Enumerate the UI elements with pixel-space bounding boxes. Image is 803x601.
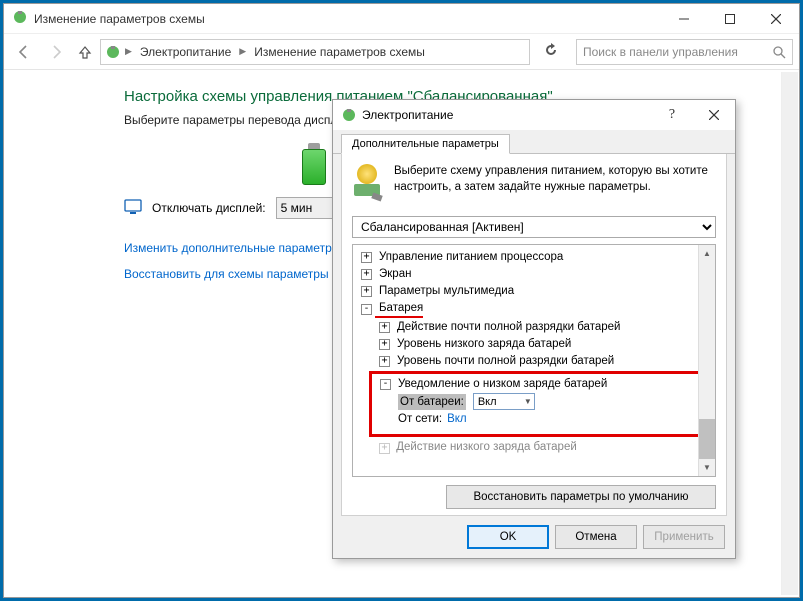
app-icon xyxy=(12,9,28,28)
ok-button[interactable]: OK xyxy=(467,525,549,549)
expand-icon[interactable]: + xyxy=(379,322,390,333)
turn-off-display-label: Отключать дисплей: xyxy=(152,201,266,215)
dialog-body: Выберите схему управления питанием, кото… xyxy=(341,154,727,516)
nav-bar: ▶ Электропитание ▶ Изменение параметров … xyxy=(4,34,799,70)
expand-icon[interactable]: + xyxy=(361,269,372,280)
search-box[interactable]: Поиск в панели управления xyxy=(576,39,793,65)
search-placeholder: Поиск в панели управления xyxy=(583,45,738,59)
tree-node-multimedia[interactable]: +Параметры мультимедиа xyxy=(355,283,713,300)
scroll-up-button[interactable]: ▲ xyxy=(699,245,715,262)
power-plan-select[interactable]: Сбалансированная [Активен] xyxy=(352,216,716,238)
back-button[interactable] xyxy=(10,38,38,66)
on-battery-label: От батареи: xyxy=(398,394,466,410)
refresh-button[interactable] xyxy=(538,43,564,60)
dialog-tabs: Дополнительные параметры xyxy=(333,130,735,154)
cancel-button[interactable]: Отмена xyxy=(555,525,637,549)
tree-scrollbar[interactable]: ▲ ▼ xyxy=(698,245,715,476)
power-icon xyxy=(341,107,357,123)
breadcrumb-item[interactable]: Электропитание xyxy=(136,43,235,61)
address-bar[interactable]: ▶ Электропитание ▶ Изменение параметров … xyxy=(100,39,530,65)
on-ac-label: От сети: xyxy=(398,411,442,427)
power-options-dialog: Электропитание ? Дополнительные параметр… xyxy=(332,99,736,559)
expand-icon[interactable]: + xyxy=(379,356,390,367)
tree-leaf-on-ac[interactable]: От сети: Вкл xyxy=(392,411,702,428)
dialog-buttons: OK Отмена Применить xyxy=(333,516,735,558)
scrollbar[interactable] xyxy=(781,72,798,595)
lamp-icon xyxy=(352,164,386,204)
window-title: Изменение параметров схемы xyxy=(34,12,205,26)
tab-advanced[interactable]: Дополнительные параметры xyxy=(341,134,510,154)
chevron-right-icon: ▶ xyxy=(239,46,246,57)
tree-node-notify[interactable]: -Уведомление о низком заряде батарей xyxy=(374,376,702,393)
expand-icon[interactable]: + xyxy=(379,339,390,350)
on-ac-value[interactable]: Вкл xyxy=(447,411,467,427)
dialog-title: Электропитание xyxy=(362,108,453,122)
collapse-icon[interactable]: - xyxy=(361,304,372,315)
tree-leaf-on-battery[interactable]: От батареи: Вкл▼ xyxy=(392,393,702,411)
tree-node-action-critical[interactable]: +Действие почти полной разрядки батарей xyxy=(373,319,713,336)
monitor-icon xyxy=(124,199,142,218)
settings-tree: +Управление питанием процессора +Экран +… xyxy=(352,244,716,477)
power-icon xyxy=(105,44,121,60)
expand-icon[interactable]: + xyxy=(361,286,372,297)
tree-node-low-action-partial[interactable]: + Действие низкого заряда батарей xyxy=(373,438,713,455)
up-button[interactable] xyxy=(74,38,96,66)
apply-button[interactable]: Применить xyxy=(643,525,725,549)
expand-icon[interactable]: + xyxy=(361,252,372,263)
chevron-right-icon: ▶ xyxy=(125,46,132,57)
highlighted-setting: -Уведомление о низком заряде батарей От … xyxy=(369,371,707,437)
tree-node-battery[interactable]: -Батарея xyxy=(355,300,713,319)
tree-node-cpu[interactable]: +Управление питанием процессора xyxy=(355,249,713,266)
close-button[interactable] xyxy=(753,4,799,34)
minimize-button[interactable] xyxy=(661,4,707,34)
tree-node-low-level[interactable]: +Уровень низкого заряда батарей xyxy=(373,336,713,353)
tree-node-screen[interactable]: +Экран xyxy=(355,266,713,283)
breadcrumb-item[interactable]: Изменение параметров схемы xyxy=(250,43,429,61)
help-button[interactable]: ? xyxy=(651,100,693,130)
maximize-button[interactable] xyxy=(707,4,753,34)
chevron-down-icon: ▼ xyxy=(524,394,532,410)
expand-icon[interactable]: + xyxy=(379,443,390,454)
restore-defaults-button[interactable]: Восстановить параметры по умолчанию xyxy=(446,485,716,509)
collapse-icon[interactable]: - xyxy=(380,379,391,390)
dialog-title-bar: Электропитание ? xyxy=(333,100,735,130)
forward-button[interactable] xyxy=(42,38,70,66)
tree-node-critical-level[interactable]: +Уровень почти полной разрядки батарей xyxy=(373,353,713,370)
scroll-down-button[interactable]: ▼ xyxy=(699,459,715,476)
title-bar: Изменение параметров схемы xyxy=(4,4,799,34)
scroll-thumb[interactable] xyxy=(699,419,715,459)
on-battery-combo[interactable]: Вкл▼ xyxy=(473,393,535,410)
dialog-close-button[interactable] xyxy=(693,100,735,130)
search-icon xyxy=(772,45,786,59)
battery-illustration xyxy=(296,143,336,187)
dialog-description: Выберите схему управления питанием, кото… xyxy=(394,164,716,204)
